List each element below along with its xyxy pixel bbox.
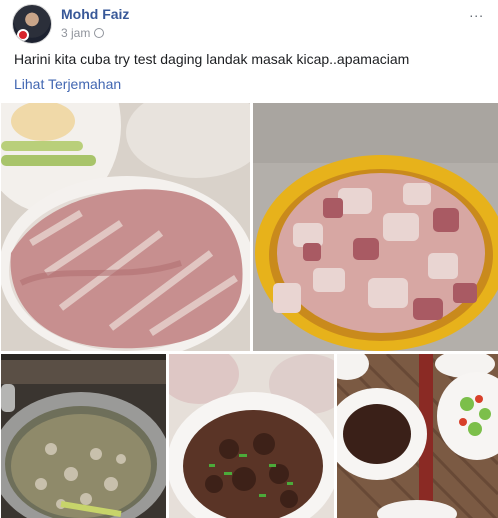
photo-grid [0, 103, 498, 518]
avatar[interactable] [12, 4, 52, 44]
raw-meat-plate-photo[interactable] [1, 103, 250, 351]
boiling-pot-photo[interactable] [1, 354, 166, 518]
cooked-meat-plate-photo[interactable] [169, 354, 334, 518]
more-options-icon[interactable]: ... [469, 4, 484, 20]
post-timestamp[interactable]: 3 jam [61, 26, 105, 40]
author-name[interactable]: Mohd Faiz [61, 6, 129, 22]
chopped-meat-basin-photo[interactable] [253, 103, 498, 351]
served-meal-table-photo[interactable] [337, 354, 498, 518]
post-text: Harini kita cuba try test daging landak … [14, 51, 410, 67]
post-header: Mohd Faiz 3 jam ... [12, 4, 488, 44]
avatar-badge-icon [17, 29, 29, 41]
globe-icon [94, 28, 105, 38]
see-translation-link[interactable]: Lihat Terjemahan [14, 76, 121, 92]
timestamp-text[interactable]: 3 jam [61, 26, 90, 40]
